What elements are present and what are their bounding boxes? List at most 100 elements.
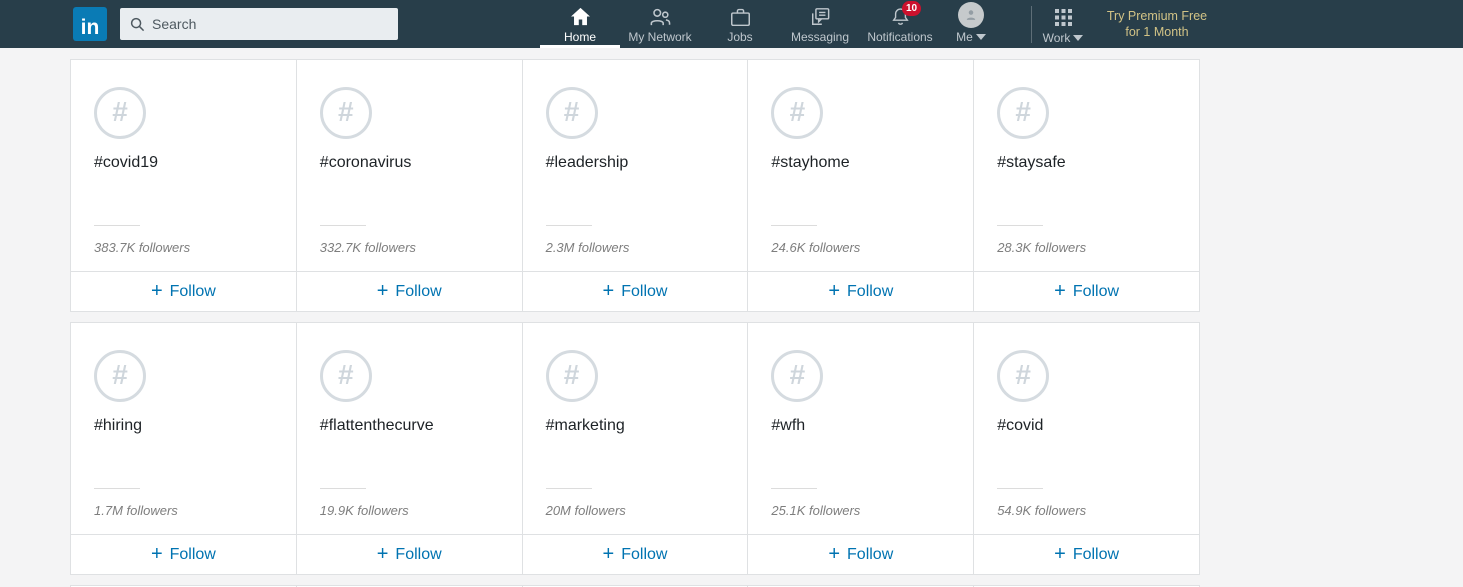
hashtag-title[interactable]: #covid19 (94, 154, 296, 172)
follow-button[interactable]: + Follow (71, 271, 296, 311)
search-icon (130, 17, 145, 32)
follow-button[interactable]: + Follow (71, 534, 296, 574)
hashtag-title[interactable]: #covid (997, 417, 1199, 435)
nav-label: Work (1043, 31, 1084, 45)
chevron-down-icon (976, 34, 986, 40)
card-row: # #hiring 1.7M followers + Follow # #fla… (70, 322, 1200, 575)
hashtag-card: # #staysafe 28.3K followers + Follow (974, 60, 1199, 311)
hash-glyph: # (112, 361, 128, 391)
nav-item-home[interactable]: Home (540, 0, 620, 48)
hashtag-card: # #hiring 1.7M followers + Follow (71, 323, 297, 574)
hashtag-card-body: # #coronavirus 332.7K followers (297, 60, 522, 271)
hashtag-card: # #covid 54.9K followers + Follow (974, 323, 1199, 574)
hash-glyph: # (564, 361, 580, 391)
card-divider (546, 488, 592, 489)
follow-button[interactable]: + Follow (974, 271, 1199, 311)
plus-icon: + (377, 281, 389, 303)
follow-button-label: Follow (170, 283, 216, 301)
plus-icon: + (603, 281, 615, 303)
hashtag-title[interactable]: #coronavirus (320, 154, 522, 172)
search-box[interactable] (120, 8, 398, 40)
try-premium-link[interactable]: Try Premium Free for 1 Month (1094, 8, 1220, 40)
avatar (958, 2, 984, 28)
hashtag-cards-area: # #covid19 383.7K followers + Follow # #… (0, 48, 1463, 587)
hash-glyph: # (790, 98, 806, 128)
hashtag-card: # #flattenthecurve 19.9K followers + Fol… (297, 323, 523, 574)
follow-button[interactable]: + Follow (523, 271, 748, 311)
hashtag-card: # #coronavirus 332.7K followers + Follow (297, 60, 523, 311)
hash-glyph: # (1015, 98, 1031, 128)
primary-nav: Home My Network Jobs (540, 0, 1002, 48)
follow-button[interactable]: + Follow (748, 271, 973, 311)
nav-label: My Network (628, 30, 691, 44)
follow-button[interactable]: + Follow (974, 534, 1199, 574)
my-network-icon (648, 6, 672, 27)
follower-count: 25.1K followers (771, 503, 973, 518)
nav-item-messaging[interactable]: Messaging (780, 0, 860, 48)
plus-icon: + (151, 281, 163, 303)
search-input[interactable] (152, 16, 372, 32)
hashtag-title[interactable]: #leadership (546, 154, 748, 172)
hashtag-title[interactable]: #wfh (771, 417, 973, 435)
follower-count: 383.7K followers (94, 240, 296, 255)
follower-count: 19.9K followers (320, 503, 522, 518)
follow-button-label: Follow (395, 546, 441, 564)
nav-label: Me (956, 30, 986, 44)
hashtag-card: # #leadership 2.3M followers + Follow (523, 60, 749, 311)
follow-button[interactable]: + Follow (748, 534, 973, 574)
hash-glyph: # (112, 98, 128, 128)
follow-button[interactable]: + Follow (523, 534, 748, 574)
nav-divider (1031, 6, 1032, 43)
card-divider (94, 488, 140, 489)
hashtag-icon: # (320, 350, 372, 402)
hashtag-icon: # (94, 87, 146, 139)
follow-button-label: Follow (847, 546, 893, 564)
hashtag-card-body: # #leadership 2.3M followers (523, 60, 748, 271)
follower-count: 24.6K followers (771, 240, 973, 255)
nav-item-jobs[interactable]: Jobs (700, 0, 780, 48)
hashtag-title[interactable]: #stayhome (771, 154, 973, 172)
top-navigation-bar: in Home My Network (0, 0, 1463, 48)
hashtag-card: # #marketing 20M followers + Follow (523, 323, 749, 574)
plus-icon: + (828, 281, 840, 303)
plus-icon: + (1054, 544, 1066, 566)
hashtag-card-body: # #wfh 25.1K followers (748, 323, 973, 534)
hashtag-card: # #wfh 25.1K followers + Follow (748, 323, 974, 574)
card-rows: # #covid19 383.7K followers + Follow # #… (70, 59, 1463, 575)
card-divider (771, 225, 817, 226)
nav-item-notifications[interactable]: Notifications 10 (860, 0, 940, 48)
messaging-icon (809, 6, 831, 27)
hashtag-title[interactable]: #staysafe (997, 154, 1199, 172)
hashtag-card-body: # #covid 54.9K followers (974, 323, 1199, 534)
nav-item-my-network[interactable]: My Network (620, 0, 700, 48)
hashtag-icon: # (546, 87, 598, 139)
hash-glyph: # (790, 361, 806, 391)
hash-glyph: # (564, 98, 580, 128)
card-divider (320, 488, 366, 489)
hashtag-title[interactable]: #marketing (546, 417, 748, 435)
plus-icon: + (151, 544, 163, 566)
follower-count: 1.7M followers (94, 503, 296, 518)
hashtag-title[interactable]: #flattenthecurve (320, 417, 522, 435)
nav-label: Messaging (791, 30, 849, 44)
follower-count: 2.3M followers (546, 240, 748, 255)
hash-glyph: # (1015, 361, 1031, 391)
follow-button[interactable]: + Follow (297, 534, 522, 574)
hashtag-title[interactable]: #hiring (94, 417, 296, 435)
hashtag-icon: # (94, 350, 146, 402)
follow-button-label: Follow (621, 283, 667, 301)
follow-button-label: Follow (621, 546, 667, 564)
hashtag-card-body: # #marketing 20M followers (523, 323, 748, 534)
nav-label: Jobs (727, 30, 752, 44)
hashtag-card: # #stayhome 24.6K followers + Follow (748, 60, 974, 311)
card-row: # #covid19 383.7K followers + Follow # #… (70, 59, 1200, 312)
hashtag-card-body: # #flattenthecurve 19.9K followers (297, 323, 522, 534)
card-divider (320, 225, 366, 226)
card-divider (771, 488, 817, 489)
nav-item-work[interactable]: Work (1034, 0, 1092, 48)
follow-button-label: Follow (395, 283, 441, 301)
nav-item-me[interactable]: Me (940, 0, 1002, 48)
follow-button[interactable]: + Follow (297, 271, 522, 311)
linkedin-logo[interactable]: in (73, 7, 107, 41)
follower-count: 28.3K followers (997, 240, 1199, 255)
